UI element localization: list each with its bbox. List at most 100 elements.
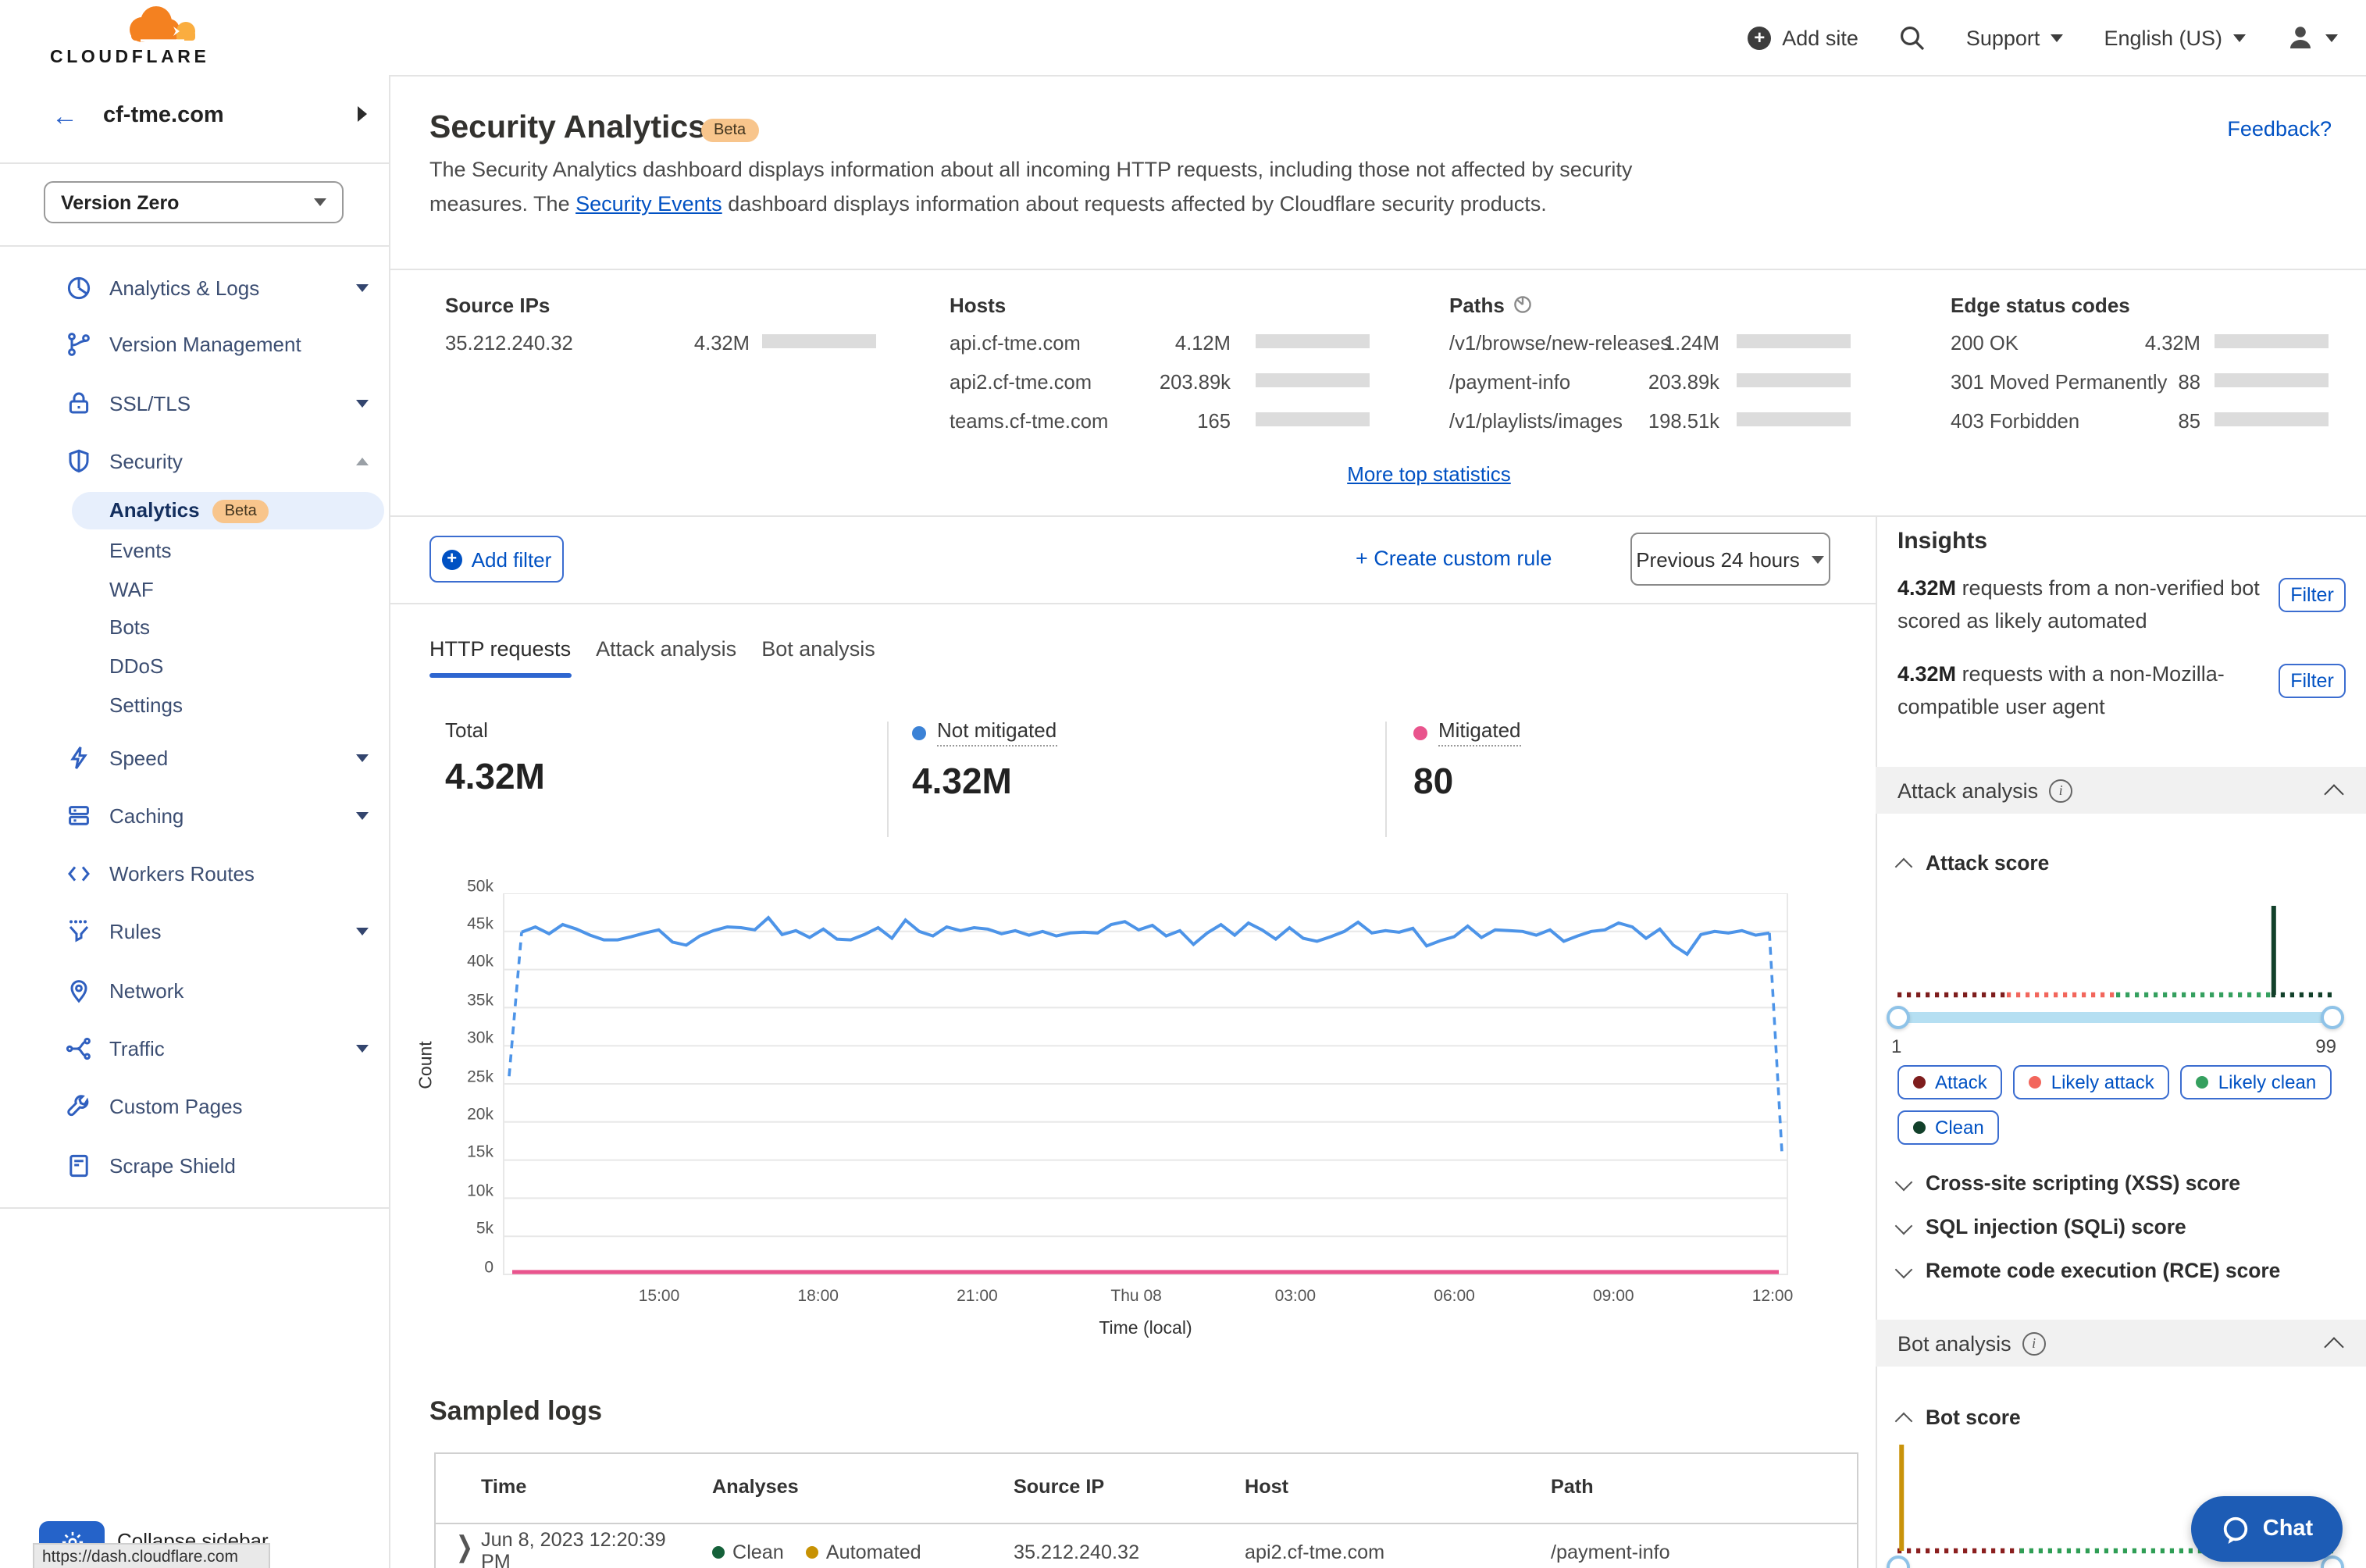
stat-value: 203.89k: [1159, 370, 1231, 394]
collapsed-section-sql-injection[interactable]: SQL injection (SQLi) score: [1894, 1215, 2186, 1238]
sidebar-item-workers-routes[interactable]: Workers Routes: [0, 853, 389, 893]
account-menu[interactable]: [2286, 23, 2338, 52]
sidebar-item-label: Version Management: [109, 332, 301, 355]
time-range-dropdown[interactable]: Previous 24 hours: [1630, 533, 1830, 586]
bot-analysis-header[interactable]: Bot analysis i: [1876, 1320, 2366, 1367]
sidebar-item-settings[interactable]: Settings: [0, 684, 389, 725]
tab-http-requests[interactable]: HTTP requests: [429, 637, 571, 678]
collapsed-section-cross-site-scripting[interactable]: Cross-site scripting (XSS) score: [1894, 1171, 2240, 1195]
attack-score-slider-track[interactable]: [1897, 1012, 2332, 1023]
bot-score-toggle[interactable]: Bot score: [1894, 1406, 2021, 1430]
legend-chip-likely-clean[interactable]: Likely clean: [2180, 1065, 2332, 1099]
attack-score-legend: Attack Likely attack Likely clean Clean: [1897, 1065, 2343, 1145]
sidebar-item-scrape-shield[interactable]: Scrape Shield: [0, 1145, 389, 1185]
tab-attack-analysis[interactable]: Attack analysis: [596, 637, 736, 678]
sidebar-item-rules[interactable]: Rules: [0, 911, 389, 951]
site-name[interactable]: cf-tme.com: [103, 103, 224, 128]
pie-slice-icon: [1515, 296, 1532, 313]
create-custom-rule-link[interactable]: + Create custom rule: [1356, 547, 1552, 570]
slider-handle-min[interactable]: [1886, 1556, 1909, 1568]
sidebar-item-ssl-tls[interactable]: SSL/TLS: [0, 383, 389, 423]
bot-analysis-label: Bot analysis: [1897, 1331, 2011, 1355]
language-menu[interactable]: English (US): [2104, 26, 2246, 49]
topnav: + Add site Support English (US): [1748, 0, 2338, 75]
slider-handle-min[interactable]: [1886, 1006, 1909, 1029]
stat-row: 35.212.240.32 4.32M: [445, 328, 914, 359]
sidebar-item-analytics-logs[interactable]: Analytics & Logs: [0, 267, 389, 308]
sidebar-item-label: Settings: [109, 693, 183, 716]
insights-title: Insights: [1897, 528, 1988, 554]
total-total: Total 4.32M: [445, 718, 545, 798]
info-icon[interactable]: i: [2049, 779, 2073, 802]
back-arrow-icon[interactable]: ←: [52, 102, 78, 133]
tab-bot-analysis[interactable]: Bot analysis: [761, 637, 875, 678]
slider-handle-max[interactable]: [2320, 1006, 2343, 1029]
pie-icon: [67, 276, 91, 299]
sidebar-item-ddos[interactable]: DDoS: [0, 645, 389, 686]
more-top-statistics-link[interactable]: More top statistics: [1296, 462, 1562, 486]
row-expand-chevron-icon[interactable]: ❯: [456, 1531, 473, 1566]
stat-bar: [1256, 412, 1370, 426]
stat-bar: [1737, 334, 1851, 348]
total-label[interactable]: Mitigated: [1413, 718, 1521, 747]
sidebar-item-bots[interactable]: Bots: [0, 606, 389, 647]
attack-analysis-header[interactable]: Attack analysis i: [1876, 767, 2366, 814]
sidebar-item-version-management[interactable]: Version Management: [0, 323, 389, 364]
sidebar-item-label: Workers Routes: [109, 861, 255, 885]
stat-bar: [762, 334, 876, 348]
stat-value: 165: [1197, 409, 1231, 433]
beta-badge: Beta: [701, 119, 759, 142]
sidebar-item-traffic[interactable]: Traffic: [0, 1028, 389, 1068]
feedback-link[interactable]: Feedback?: [2213, 117, 2332, 141]
support-menu[interactable]: Support: [1966, 26, 2064, 49]
sidebar-item-speed[interactable]: Speed: [0, 737, 389, 778]
sidebar-item-label: Bots: [109, 615, 151, 638]
page-description-line2: measures. The Security Events dashboard …: [429, 192, 1547, 216]
sidebar-item-waf[interactable]: WAF: [0, 568, 389, 609]
plus-circle-icon: +: [441, 549, 462, 569]
insight-filter-button[interactable]: Filter: [2279, 578, 2346, 612]
status-url: https://dash.cloudflare.com: [33, 1543, 270, 1568]
sidebar-item-network[interactable]: Network: [0, 970, 389, 1010]
legend-chip-likely-attack[interactable]: Likely attack: [2013, 1065, 2170, 1099]
sidebar-item-label: Speed: [109, 746, 169, 769]
stat-bar: [1256, 334, 1370, 348]
http-requests-chart[interactable]: [503, 893, 1788, 1278]
info-icon[interactable]: i: [2022, 1331, 2046, 1355]
sidebar-item-analytics[interactable]: Analytics Beta: [0, 490, 389, 531]
sidebar-item-label: Scrape Shield: [109, 1153, 236, 1177]
stat-row: 301 Moved Permanently 88: [1951, 367, 2366, 398]
cloudflare-logo[interactable]: CLOUDFLARE: [50, 3, 206, 72]
add-filter-button[interactable]: + Add filter: [429, 536, 564, 583]
legend-chip-clean[interactable]: Clean: [1897, 1110, 2000, 1145]
security-events-link[interactable]: Security Events: [575, 192, 722, 216]
sidebar-item-custom-pages[interactable]: Custom Pages: [0, 1085, 389, 1126]
legend-dot: [2029, 1076, 2042, 1089]
stat-row: 403 Forbidden 85: [1951, 406, 2366, 437]
x-tick-label: 12:00: [1751, 1287, 1794, 1306]
search-icon[interactable]: [1899, 24, 1926, 51]
stat-column-title: Source IPs: [445, 293, 551, 316]
sidebar-item-security[interactable]: Security: [0, 440, 389, 481]
sidebar-item-events[interactable]: Events: [0, 529, 389, 570]
attack-score-toggle[interactable]: Attack score: [1894, 851, 2049, 875]
insight-filter-button[interactable]: Filter: [2279, 664, 2346, 698]
add-site-button[interactable]: + Add site: [1748, 26, 1858, 49]
version-selector[interactable]: Version Zero: [44, 181, 344, 223]
total-label[interactable]: Not mitigated: [912, 718, 1057, 747]
user-icon: [2290, 27, 2311, 48]
x-tick-label: 03:00: [1274, 1287, 1317, 1306]
add-site-label: Add site: [1782, 26, 1858, 49]
collapsed-section-remote-code-execution[interactable]: Remote code execution (RCE) score: [1894, 1259, 2280, 1282]
legend-chip-attack[interactable]: Attack: [1897, 1065, 2003, 1099]
sidebar-item-label: DDoS: [109, 654, 164, 677]
site-expander-icon[interactable]: [358, 106, 367, 122]
chat-button[interactable]: Chat: [2191, 1496, 2343, 1562]
sidebar-item-caching[interactable]: Caching: [0, 795, 389, 836]
site-header: ← cf-tme.com: [0, 97, 389, 144]
description-pre: measures. The: [429, 192, 576, 216]
sidebar: ← cf-tme.com Version Zero Analytics & Lo…: [0, 75, 390, 1568]
sidebar-item-label: Analytics & Logs: [109, 276, 260, 299]
stat-bar: [2215, 373, 2329, 387]
support-label: Support: [1965, 26, 2040, 49]
